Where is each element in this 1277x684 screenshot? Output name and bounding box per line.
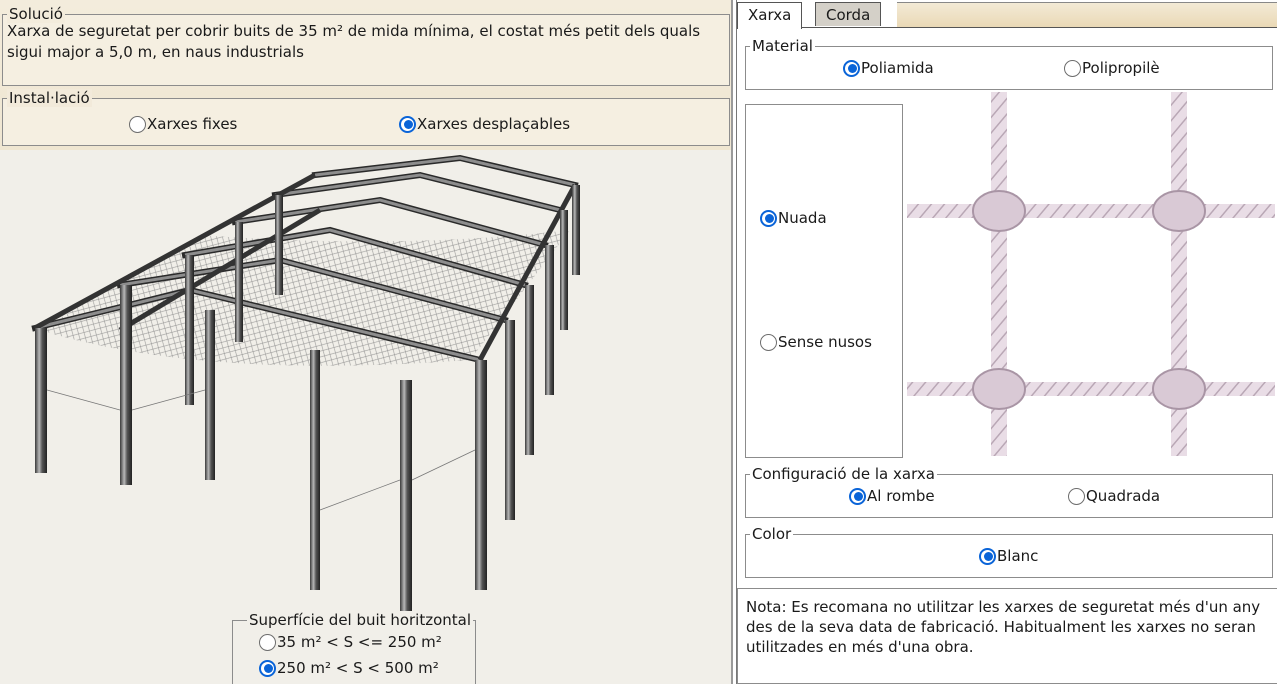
superficie-legend: Superfície del buit horitzontal (247, 611, 474, 629)
material-group: Material Poliamida Polipropilè (745, 37, 1273, 90)
radio-xarxes-fixes[interactable]: Xarxes fixes (129, 115, 237, 133)
radio-superficie-small[interactable]: 35 m² < S <= 250 m² (259, 633, 442, 651)
radio-sense-nusos[interactable]: Sense nusos (760, 333, 872, 351)
configuracio-legend: Configuració de la xarxa (750, 465, 937, 483)
tab-corda[interactable]: Corda (815, 2, 882, 26)
right-pane: Xarxa Corda Material Poliamida Polipropi… (736, 0, 1277, 684)
radio-polipropile[interactable]: Polipropilè (1064, 59, 1160, 77)
radio-circle[interactable] (1064, 59, 1081, 77)
radio-label: Polipropilè (1082, 59, 1160, 77)
knotted-net-image (907, 92, 1275, 456)
radio-nuada[interactable]: Nuada (760, 209, 827, 227)
radio-blanc[interactable]: Blanc (979, 547, 1038, 565)
material-legend: Material (750, 37, 815, 55)
radio-al-rombe[interactable]: Al rombe (849, 487, 935, 505)
industrial-building-illustration (31, 154, 580, 630)
knot-group: Nuada Sense nusos (745, 104, 903, 458)
radio-circle[interactable] (760, 333, 777, 351)
radio-label: Nuada (778, 209, 827, 227)
radio-superficie-large[interactable]: 250 m² < S < 500 m² (259, 659, 439, 677)
solucio-text: Xarxa de seguretat per cobrir buits de 3… (7, 22, 701, 61)
radio-label: Al rombe (867, 487, 935, 505)
radio-poliamida[interactable]: Poliamida (843, 59, 934, 77)
solucio-group: Solució Xarxa de seguretat per cobrir bu… (2, 5, 730, 86)
installacio-legend: Instal·lació (7, 89, 92, 107)
radio-circle[interactable] (259, 633, 276, 651)
radio-label: Blanc (997, 547, 1039, 565)
tab-bar-fill (897, 2, 1277, 27)
radio-label: 250 m² < S < 500 m² (277, 659, 439, 677)
radio-label: Sense nusos (778, 333, 872, 351)
color-legend: Color (750, 525, 794, 543)
radio-label: Xarxes fixes (147, 115, 238, 133)
radio-circle[interactable] (1068, 487, 1085, 505)
radio-quadrada[interactable]: Quadrada (1068, 487, 1160, 505)
color-group: Color Blanc (745, 525, 1273, 578)
left-pane: Solució Xarxa de seguretat per cobrir bu… (0, 0, 733, 684)
radio-circle-selected[interactable] (843, 59, 860, 77)
radio-circle-selected[interactable] (259, 659, 276, 677)
installacio-group: Instal·lació Xarxes fixes Xarxes desplaç… (2, 89, 730, 146)
radio-label: Xarxes desplaçables (417, 115, 571, 133)
configuracio-group: Configuració de la xarxa Al rombe Quadra… (745, 465, 1273, 518)
radio-circle[interactable] (129, 115, 146, 133)
radio-label: Poliamida (861, 59, 934, 77)
tab-xarxa[interactable]: Xarxa (737, 2, 803, 29)
radio-label: 35 m² < S <= 250 m² (277, 633, 442, 651)
radio-xarxes-desplacables[interactable]: Xarxes desplaçables (399, 115, 570, 133)
radio-circle-selected[interactable] (979, 547, 996, 565)
tab-bar: Xarxa Corda (737, 2, 1277, 29)
radio-circle-selected[interactable] (760, 209, 777, 227)
radio-label: Quadrada (1086, 487, 1161, 505)
radio-circle-selected[interactable] (399, 115, 416, 133)
superficie-group: Superfície del buit horitzontal 35 m² < … (232, 611, 476, 684)
nota-text: Nota: Es recomana no utilitzar les xarxe… (737, 588, 1277, 684)
radio-circle-selected[interactable] (849, 487, 866, 505)
